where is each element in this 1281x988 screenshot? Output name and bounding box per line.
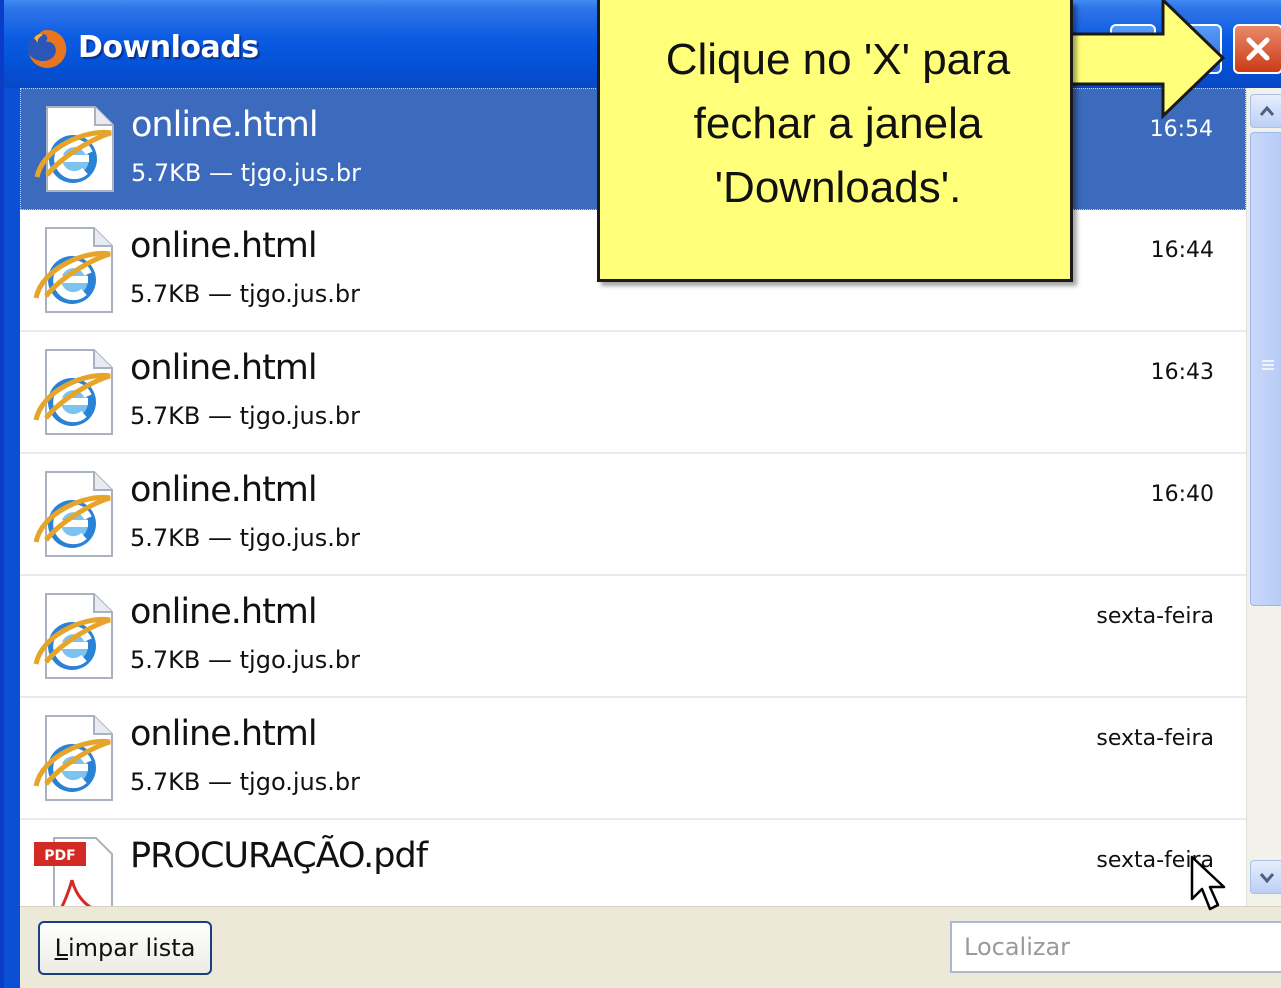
search-input[interactable]: Localizar	[950, 921, 1281, 973]
tutorial-callout: Clique no 'X' para fechar a janela 'Down…	[597, 0, 1073, 282]
download-info: 5.7KB — tjgo.jus.br	[131, 159, 361, 187]
mouse-cursor-icon	[1190, 855, 1226, 911]
download-item[interactable]: online.html 5.7KB — tjgo.jus.br sexta-feir…	[20, 698, 1246, 820]
svg-text:PDF: PDF	[44, 848, 75, 864]
scroll-up-button[interactable]	[1250, 94, 1281, 128]
download-item[interactable]: online.html 5.7KB — tjgo.jus.br 16:43	[20, 332, 1246, 454]
pdf-file-icon: PDF	[32, 834, 116, 906]
ie-file-icon	[32, 590, 116, 682]
window-title: Downloads	[78, 30, 259, 65]
download-info: 5.7KB — tjgo.jus.br	[130, 646, 360, 674]
scroll-down-button[interactable]	[1250, 860, 1281, 894]
clear-list-accesskey: L	[54, 934, 68, 962]
search-placeholder: Localizar	[964, 933, 1071, 961]
close-icon	[1246, 37, 1270, 61]
arrow-right-icon	[1055, 0, 1225, 120]
download-time: sexta-feira	[1096, 726, 1214, 751]
scroll-thumb[interactable]	[1250, 132, 1281, 606]
download-filename: PROCURAÇÃO.pdf	[130, 836, 428, 876]
ie-file-icon	[32, 468, 116, 560]
firefox-icon	[28, 29, 67, 68]
download-time: 16:54	[1149, 117, 1213, 142]
clear-list-button[interactable]: Limpar lista	[38, 921, 212, 975]
download-filename: online.html	[131, 105, 319, 145]
download-filename: online.html	[130, 592, 318, 632]
chevron-up-icon	[1259, 105, 1275, 116]
download-info: 5.7KB — tjgo.jus.br	[130, 402, 360, 430]
download-filename: online.html	[130, 470, 318, 510]
clear-list-label: impar lista	[67, 934, 196, 962]
download-time: sexta-feira	[1096, 604, 1214, 629]
grip-icon	[1262, 360, 1274, 370]
download-info: 5.7KB — tjgo.jus.br	[130, 524, 360, 552]
ie-file-icon	[32, 346, 116, 438]
download-item[interactable]: PDF PROCURAÇÃO.pdf sexta-feira	[20, 820, 1246, 906]
chevron-down-icon	[1259, 873, 1275, 883]
download-filename: online.html	[130, 714, 318, 754]
bottom-bar: Limpar lista Localizar	[20, 906, 1281, 988]
download-filename: online.html	[130, 226, 318, 266]
download-time: 16:43	[1150, 360, 1214, 385]
ie-file-icon	[32, 712, 116, 804]
download-item[interactable]: online.html 5.7KB — tjgo.jus.br sexta-feir…	[20, 576, 1246, 698]
callout-text: Clique no 'X' para fechar a janela 'Down…	[665, 35, 1011, 212]
download-info: 5.7KB — tjgo.jus.br	[130, 280, 360, 308]
download-filename: online.html	[130, 348, 318, 388]
ie-file-icon	[32, 224, 116, 316]
vertical-scrollbar[interactable]	[1246, 88, 1281, 906]
download-item[interactable]: online.html 5.7KB — tjgo.jus.br 16:40	[20, 454, 1246, 576]
close-button[interactable]	[1233, 24, 1281, 74]
download-info: 5.7KB — tjgo.jus.br	[130, 768, 360, 796]
ie-file-icon	[33, 103, 117, 195]
download-time: 16:40	[1150, 482, 1214, 507]
download-time: 16:44	[1150, 238, 1214, 263]
